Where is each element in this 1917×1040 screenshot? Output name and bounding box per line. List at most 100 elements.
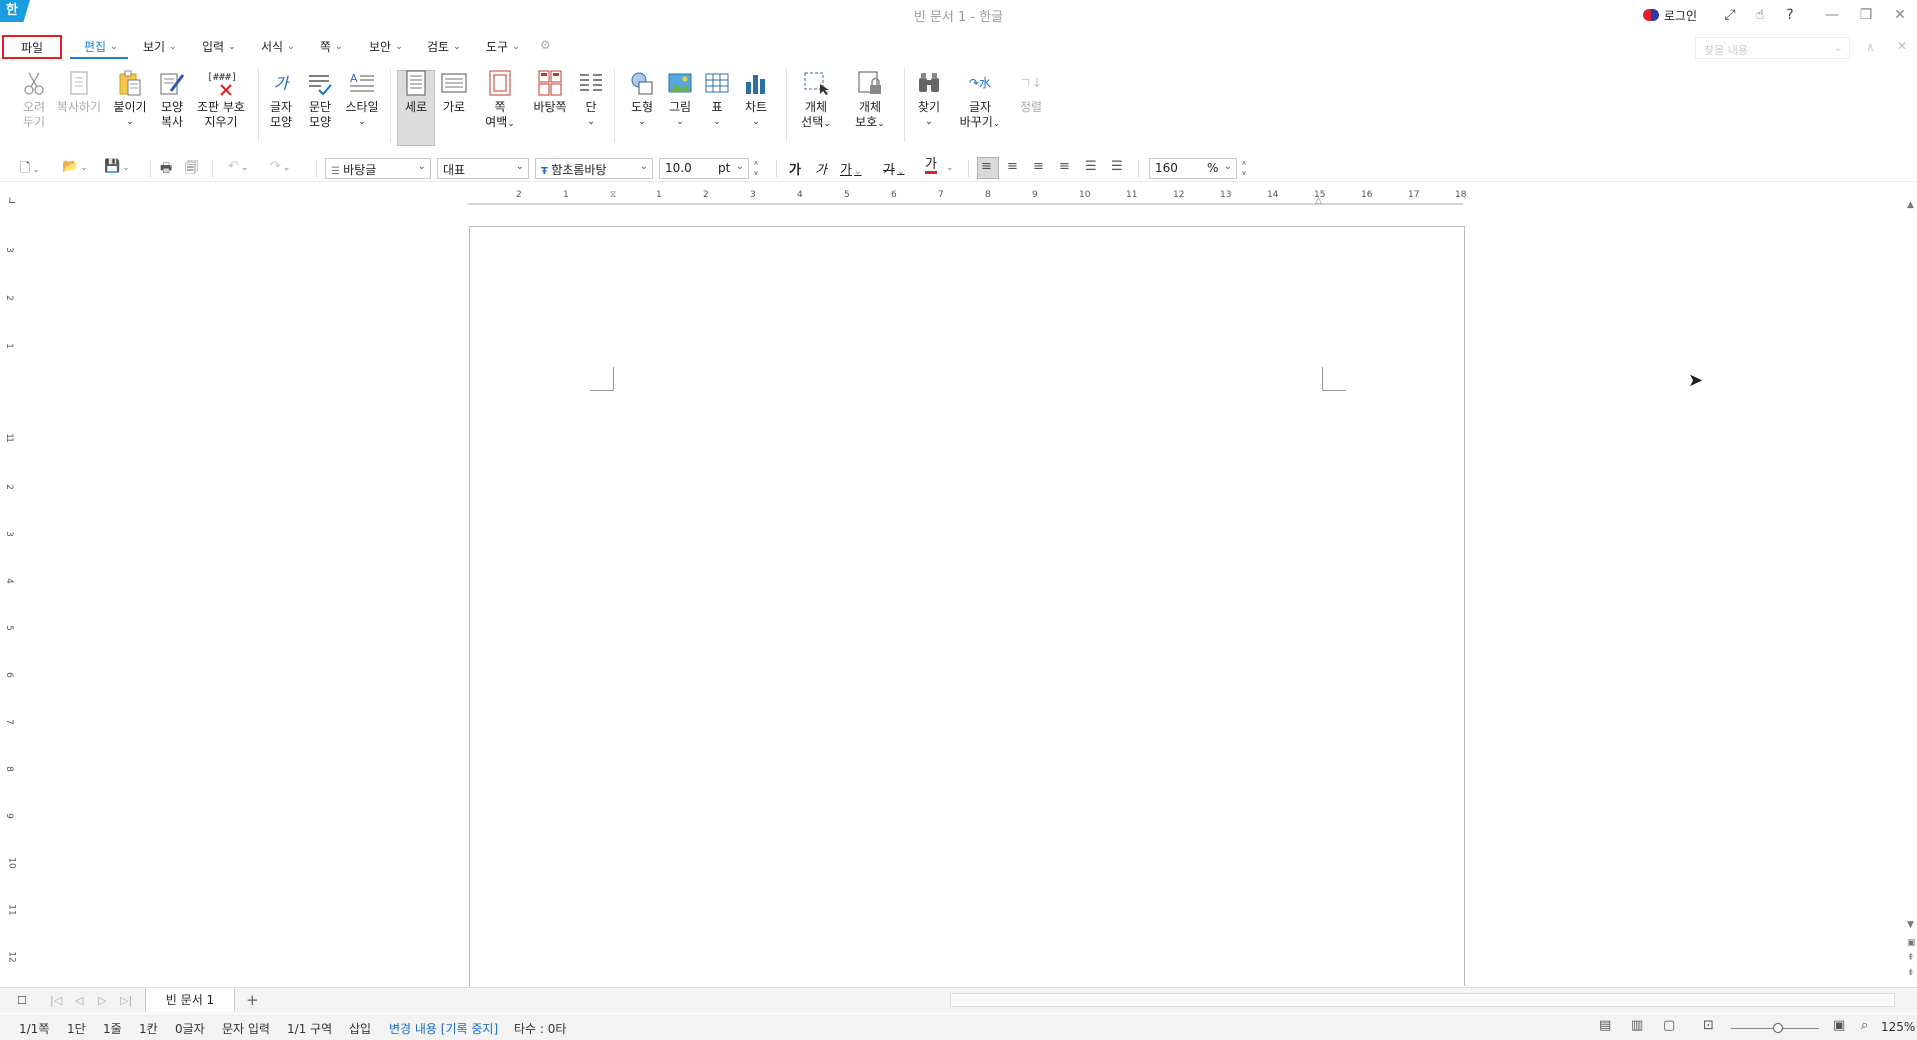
strikethrough-button[interactable]: 가 ⌄ — [883, 159, 905, 178]
menu-edit[interactable]: 편집 ⌄ — [84, 38, 118, 55]
new-document-icon[interactable]: 🗋 ⌄ — [20, 159, 40, 181]
columns-button[interactable]: 단 ⌄ — [576, 66, 606, 130]
status-input-mode[interactable]: 문자 입력 — [222, 1020, 270, 1037]
save-icon[interactable]: 💾 ⌄ — [104, 159, 130, 174]
expand-icon[interactable]: ⤢ — [1715, 7, 1745, 23]
menu-insert[interactable]: 입력 ⌄ — [202, 38, 236, 55]
full-page-view-icon[interactable]: ▢ — [1663, 1018, 1675, 1033]
landscape-button[interactable]: 가로 — [438, 66, 470, 115]
minimize-button[interactable]: — — [1815, 7, 1849, 23]
status-insert-mode[interactable]: 삽입 — [349, 1020, 371, 1037]
bold-button[interactable]: 가 — [789, 159, 801, 178]
right-margin-marker-icon[interactable]: △ — [1315, 196, 1322, 206]
zoom-page-icon[interactable]: ▣ — [1833, 1018, 1845, 1033]
copy-button[interactable]: 복사하기 — [56, 66, 102, 115]
close-button[interactable]: ✕ — [1883, 7, 1917, 23]
chart-button[interactable]: 차트 ⌄ — [740, 66, 772, 130]
last-tab-icon[interactable]: ▷| — [120, 994, 132, 1007]
menu-page[interactable]: 쪽 ⌄ — [320, 38, 343, 55]
font-size-stepper[interactable]: ∧ ∨ — [751, 158, 761, 179]
prev-tab-icon[interactable]: ◁ — [75, 994, 83, 1007]
zoom-stepper[interactable]: ∧ ∨ — [1239, 158, 1249, 179]
font-color-button[interactable]: 가 — [925, 158, 937, 174]
status-page[interactable]: 1/1쪽 — [19, 1020, 49, 1037]
underline-button[interactable]: 가 ⌄ — [840, 159, 862, 178]
language-select[interactable]: 대표 ⌄ — [437, 158, 529, 179]
style-select[interactable]: ☰ 바탕글 ⌄ — [325, 158, 431, 179]
toolbar-settings-icon[interactable]: ⚙ — [540, 38, 551, 52]
normal-view-icon[interactable]: ▤ — [1599, 1018, 1611, 1033]
find-button[interactable]: 찾기 ⌄ — [914, 66, 944, 130]
restore-button[interactable]: ❐ — [1849, 7, 1883, 23]
menu-format[interactable]: 서식 ⌄ — [261, 38, 295, 55]
zoom-input[interactable]: 160 % ⌄ — [1149, 158, 1237, 179]
cut-button[interactable]: 오려 두기 — [18, 66, 50, 130]
clear-codes-button[interactable]: [###] 조판 부호 지우기 — [195, 66, 247, 130]
tab-list-icon[interactable]: ☐ — [17, 994, 27, 1007]
scroll-up-icon[interactable]: ▲ — [1907, 200, 1914, 210]
master-page-button[interactable]: 바탕쪽 — [530, 66, 570, 115]
scroll-down-icon[interactable]: ▼ — [1907, 920, 1914, 930]
print-preview-icon[interactable]: 🗐 — [185, 159, 198, 181]
split-distribute-icon[interactable]: ☰ — [1111, 159, 1123, 174]
menu-security[interactable]: 보안 ⌄ — [369, 38, 403, 55]
status-track-changes[interactable]: 변경 내용 [기록 중지] — [389, 1020, 498, 1037]
style-button[interactable]: A 스타일 ⌄ — [342, 66, 382, 130]
find-input[interactable]: 찾을 내용 ⌄ — [1695, 37, 1850, 59]
first-tab-icon[interactable]: |◁ — [50, 994, 62, 1007]
align-center-icon[interactable]: ≡ — [1033, 159, 1044, 174]
table-button[interactable]: 표 ⌄ — [702, 66, 732, 130]
format-copy-button[interactable]: 모양 복사 — [156, 66, 188, 130]
prev-page-icon[interactable]: ⇞ — [1907, 953, 1915, 963]
next-page-icon[interactable]: ⇟ — [1907, 968, 1915, 978]
close-find-icon[interactable]: ✕ — [1897, 39, 1907, 53]
web-layout-icon[interactable]: ▥ — [1631, 1018, 1643, 1033]
align-right-icon[interactable]: ≡ — [1059, 159, 1070, 174]
menu-view[interactable]: 보기 ⌄ — [143, 38, 177, 55]
font-select[interactable]: Ŧ 함초롬바탕 ⌄ — [535, 158, 653, 179]
shape-button[interactable]: 도형 ⌄ — [626, 66, 658, 130]
align-justify-icon[interactable]: ≡ — [981, 159, 992, 174]
document-page[interactable] — [469, 226, 1465, 986]
menu-review[interactable]: 검토 ⌄ — [427, 38, 461, 55]
vertical-scrollbar[interactable]: ▲ ▼ ▣ ⇞ ⇟ — [1906, 190, 1917, 985]
object-select-button[interactable]: 개체 선택⌄ — [796, 66, 836, 132]
horizontal-ruler[interactable]: 2 1 1 2 3 4 5 6 7 8 9 10 11 12 13 14 15 … — [468, 190, 1466, 208]
menu-file[interactable]: 파일 — [2, 35, 62, 59]
touch-mode-icon[interactable]: ☝ — [1745, 7, 1775, 23]
distribute-icon[interactable]: ☰ — [1085, 159, 1097, 174]
font-size-input[interactable]: 10.0 pt ⌄ — [659, 158, 749, 179]
vertical-ruler[interactable]: 3 2 1 1 1 2 3 4 5 6 7 8 9 10 11 12 — [4, 225, 20, 985]
sort-button[interactable]: ㄱ↓ 정렬 — [1016, 66, 1046, 115]
horizontal-scrollbar[interactable] — [950, 993, 1895, 1007]
margins-button[interactable]: 쪽 여백⌄ — [484, 66, 516, 132]
print-icon[interactable]: 🖶 — [160, 159, 172, 181]
indent-marker-icon[interactable]: ⧖ — [610, 190, 616, 200]
undo-icon[interactable]: ↶ ⌄ — [228, 159, 248, 174]
object-protect-button[interactable]: 개체 보호⌄ — [850, 66, 890, 132]
paste-button[interactable]: 붙이기 ⌄ — [112, 66, 148, 130]
open-folder-icon[interactable]: 📂 ⌄ — [62, 159, 88, 174]
zoom-search-icon[interactable]: ⌕ — [1861, 1018, 1868, 1033]
page-nav-icon[interactable]: ▣ — [1907, 938, 1916, 948]
picture-button[interactable]: 그림 ⌄ — [664, 66, 696, 130]
status-zoom[interactable]: 125% — [1881, 1020, 1915, 1034]
menu-tools[interactable]: 도구 ⌄ — [486, 38, 520, 55]
para-shape-button[interactable]: 문단 모양 — [304, 66, 336, 130]
collapse-ribbon-icon[interactable]: ∧ — [1866, 40, 1875, 54]
char-shape-button[interactable]: 가 글자 모양 — [265, 66, 297, 130]
font-color-dropdown[interactable]: ⌄ — [944, 159, 954, 174]
ruler-corner-tab-icon[interactable]: ∟ — [8, 196, 16, 207]
italic-button[interactable]: 가 — [815, 159, 827, 178]
add-tab-button[interactable]: + — [246, 991, 259, 1009]
replace-button[interactable]: ↷水 글자 바꾸기⌄ — [958, 66, 1002, 132]
align-left-icon[interactable]: ≡ — [1007, 159, 1018, 174]
redo-icon[interactable]: ↷ ⌄ — [270, 159, 290, 174]
portrait-button[interactable]: 세로 — [400, 66, 432, 115]
tab-document-1[interactable]: 빈 문서 1 — [145, 988, 235, 1012]
help-icon[interactable]: ? — [1775, 7, 1805, 23]
zoom-fit-icon[interactable]: ⊡ — [1703, 1018, 1714, 1033]
login-button[interactable]: 로그인 — [1642, 7, 1697, 24]
zoom-slider-handle[interactable] — [1773, 1023, 1783, 1033]
next-tab-icon[interactable]: ▷ — [98, 994, 106, 1007]
